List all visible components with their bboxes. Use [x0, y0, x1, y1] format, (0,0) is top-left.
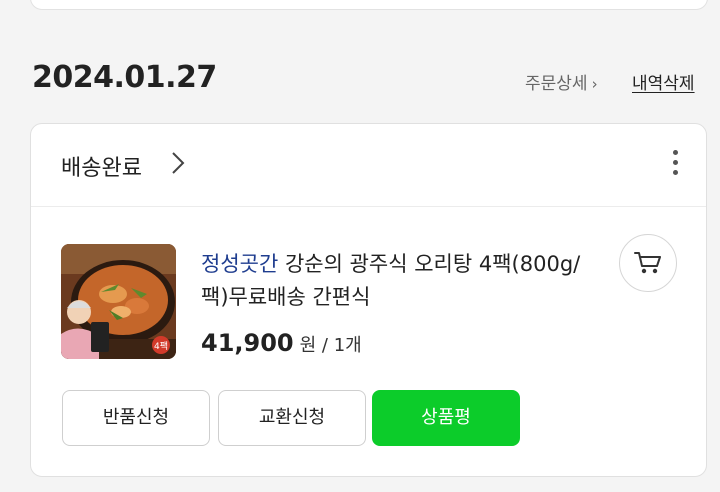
return-request-button[interactable]: 반품신청 — [62, 390, 210, 446]
order-detail-label: 주문상세 — [525, 74, 588, 94]
order-detail-link[interactable]: 주문상세 › — [525, 69, 598, 94]
chevron-right-icon — [171, 150, 185, 180]
product-thumbnail[interactable]: 4팩 — [61, 244, 176, 359]
delete-history-link[interactable]: 내역삭제 — [632, 69, 695, 94]
kebab-menu-icon[interactable] — [667, 150, 683, 180]
order-card: 배송완료 4팩 정성곳간 강순의 광주식 오리탕 4팩(800g/팩)무료배송 … — [30, 123, 707, 477]
cart-icon — [634, 252, 661, 274]
delivery-status: 배송완료 — [61, 156, 142, 181]
write-review-button[interactable]: 상품평 — [372, 390, 520, 446]
previous-order-card — [30, 0, 708, 10]
order-date: 2024.01.27 — [32, 60, 217, 95]
price-row: 41,900 원 / 1개 — [201, 329, 362, 357]
product-brand: 정성곳간 — [201, 252, 279, 276]
price-unit-quantity: 원 / 1개 — [299, 335, 362, 356]
thumbnail-badge: 4팩 — [154, 341, 168, 352]
product-title[interactable]: 정성곳간 강순의 광주식 오리탕 4팩(800g/팩)무료배송 간편식 — [201, 248, 601, 314]
chevron-right-icon: › — [591, 75, 598, 93]
product-price: 41,900 — [201, 329, 294, 357]
add-to-cart-button[interactable] — [619, 234, 677, 292]
exchange-request-button[interactable]: 교환신청 — [218, 390, 366, 446]
delivery-status-row[interactable]: 배송완료 — [31, 124, 706, 207]
